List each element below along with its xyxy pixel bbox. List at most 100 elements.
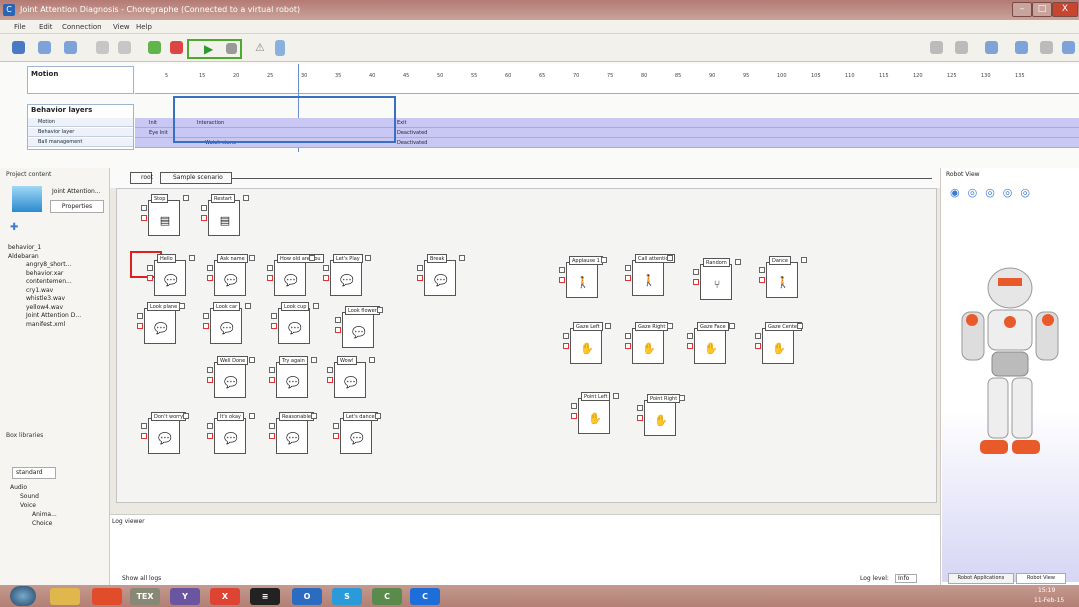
box-dance[interactable]: Dance 🚶 xyxy=(759,256,807,298)
layer-motion[interactable]: Motion xyxy=(28,118,133,127)
y-icon[interactable]: Y xyxy=(170,588,200,605)
start-button[interactable] xyxy=(10,586,36,606)
power-icon[interactable] xyxy=(1040,41,1053,54)
layer-ball-management[interactable]: Ball management xyxy=(28,138,133,147)
project-tree-item[interactable]: whistle3.wav xyxy=(26,295,65,302)
output-pin[interactable] xyxy=(601,257,607,263)
output-pin[interactable] xyxy=(183,413,189,419)
undo-icon[interactable] xyxy=(96,41,109,54)
input-pin[interactable] xyxy=(207,265,213,271)
stop-pin[interactable] xyxy=(625,343,631,349)
input-pin[interactable] xyxy=(269,423,275,429)
choregraphe-task-icon[interactable]: C xyxy=(372,588,402,605)
stop-pin[interactable] xyxy=(755,343,761,349)
project-tree-item[interactable]: Joint Attention D... xyxy=(26,312,81,319)
stop-pin[interactable] xyxy=(141,215,147,221)
input-pin[interactable] xyxy=(203,313,209,319)
stop-pin[interactable] xyxy=(141,433,147,439)
settings-icon[interactable] xyxy=(955,41,968,54)
box-random[interactable]: Random ⑂ xyxy=(693,258,741,300)
maximize-button[interactable]: □ xyxy=(1032,2,1052,17)
box-library-item[interactable]: Audio xyxy=(10,484,27,491)
project-tree-item[interactable]: yellow4.wav xyxy=(26,304,63,311)
user-icon[interactable] xyxy=(985,41,998,54)
stop-pin[interactable] xyxy=(207,275,213,281)
project-tree-item[interactable]: manifest.xml xyxy=(26,321,65,328)
output-pin[interactable] xyxy=(375,413,381,419)
stop-pin[interactable] xyxy=(563,343,569,349)
input-pin[interactable] xyxy=(687,333,693,339)
output-pin[interactable] xyxy=(735,259,741,265)
stop-pin[interactable] xyxy=(269,433,275,439)
outlook-icon[interactable]: O xyxy=(292,588,322,605)
output-pin[interactable] xyxy=(313,303,319,309)
spotify-icon[interactable]: ≡ xyxy=(250,588,280,605)
stop-pin[interactable] xyxy=(207,433,213,439)
output-pin[interactable] xyxy=(249,413,255,419)
box-gaze-left[interactable]: Gaze Left ✋ xyxy=(563,322,611,364)
close-button[interactable]: X xyxy=(1052,2,1078,17)
input-pin[interactable] xyxy=(141,205,147,211)
output-pin[interactable] xyxy=(365,255,371,261)
box-point-left[interactable]: Point Left ✋ xyxy=(571,392,619,434)
stop-icon[interactable] xyxy=(226,43,237,54)
project-tree-item[interactable]: behavior_1 xyxy=(8,244,41,251)
box-gesture[interactable]: Call attention 🚶 xyxy=(625,254,675,296)
menu-edit[interactable]: Edit xyxy=(39,23,53,31)
output-pin[interactable] xyxy=(667,323,673,329)
output-pin[interactable] xyxy=(729,323,735,329)
project-tree-item[interactable]: behavior.xar xyxy=(26,270,63,277)
box-break[interactable]: Break 💬 xyxy=(417,254,465,296)
box-try-again[interactable]: Try again 💬 xyxy=(269,356,317,398)
box-look-flower[interactable]: Look flower 💬 xyxy=(335,306,383,348)
input-pin[interactable] xyxy=(147,265,153,271)
stop-pin[interactable] xyxy=(637,415,643,421)
volume-icon[interactable] xyxy=(275,40,285,56)
input-pin[interactable] xyxy=(563,333,569,339)
box-look-cup[interactable]: Look cup 💬 xyxy=(271,302,319,344)
robot-icon[interactable] xyxy=(1062,41,1075,54)
output-pin[interactable] xyxy=(243,195,249,201)
box-gaze-center[interactable]: Gaze Center ✋ xyxy=(755,322,803,364)
x-app-icon[interactable]: X xyxy=(210,588,240,605)
stop-pin[interactable] xyxy=(269,377,275,383)
stop-pin[interactable] xyxy=(625,275,631,281)
input-pin[interactable] xyxy=(201,205,207,211)
output-pin[interactable] xyxy=(309,255,315,261)
box-library-item[interactable]: Anima... xyxy=(32,511,57,518)
tab-standard[interactable]: standard xyxy=(12,467,56,479)
stop-pin[interactable] xyxy=(323,275,329,281)
output-pin[interactable] xyxy=(679,395,685,401)
output-pin[interactable] xyxy=(249,255,255,261)
skype-icon[interactable]: S xyxy=(332,588,362,605)
box-library-item[interactable]: Voice xyxy=(20,502,36,509)
box-reasonable[interactable]: Reasonable 💬 xyxy=(269,412,317,454)
input-pin[interactable] xyxy=(207,367,213,373)
input-pin[interactable] xyxy=(335,317,341,323)
disconnect-icon[interactable] xyxy=(170,41,183,54)
menu-view[interactable]: View xyxy=(113,23,130,31)
add-icon[interactable]: ✚ xyxy=(10,222,18,233)
tab-robot-view[interactable]: Robot View xyxy=(1016,573,1066,584)
project-tree-item[interactable]: contentemen... xyxy=(26,278,72,285)
output-pin[interactable] xyxy=(249,357,255,363)
input-pin[interactable] xyxy=(137,313,143,319)
box-look-plane[interactable]: Look plane 💬 xyxy=(137,302,185,344)
robot-view-toolbar[interactable]: ◉◎◎◎◎ xyxy=(950,186,1075,200)
box-lets-play[interactable]: Let's Play 💬 xyxy=(323,254,371,296)
input-pin[interactable] xyxy=(271,313,277,319)
layer-behavior[interactable]: Behavior layer xyxy=(28,128,133,137)
input-pin[interactable] xyxy=(759,267,765,273)
input-pin[interactable] xyxy=(327,367,333,373)
input-pin[interactable] xyxy=(323,265,329,271)
stop-pin[interactable] xyxy=(271,323,277,329)
output-pin[interactable] xyxy=(311,413,317,419)
stop-pin[interactable] xyxy=(571,413,577,419)
input-pin[interactable] xyxy=(755,333,761,339)
box-lets-dance[interactable]: Let's dance 💬 xyxy=(333,412,381,454)
input-pin[interactable] xyxy=(693,269,699,275)
stop-pin[interactable] xyxy=(147,275,153,281)
output-pin[interactable] xyxy=(667,255,673,261)
output-pin[interactable] xyxy=(189,255,195,261)
stop-pin[interactable] xyxy=(137,323,143,329)
